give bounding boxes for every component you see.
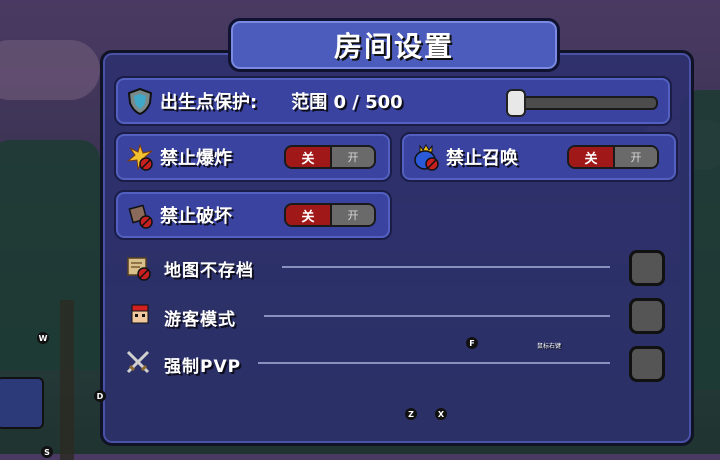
no-map-save-checkbox[interactable]: [629, 250, 665, 286]
key-hint-f: F: [466, 337, 478, 349]
destruction-toggle[interactable]: 关 开: [284, 203, 376, 227]
guest-avatar-icon: [126, 301, 154, 329]
key-hint-z: Z: [405, 408, 417, 420]
spawn-protection-range: 范围 0 / 500: [291, 92, 403, 113]
force-pvp-checkbox[interactable]: [629, 346, 665, 382]
summon-toggle[interactable]: 关 开: [567, 145, 659, 169]
destruction-icon: [126, 201, 154, 229]
crossed-swords-icon: [124, 348, 152, 376]
toggle-off-option[interactable]: 关: [286, 147, 332, 167]
shield-icon: [126, 87, 154, 116]
map-scroll-icon: [124, 253, 152, 281]
toggle-label: 禁止爆炸: [160, 148, 232, 169]
guest-mode-checkbox[interactable]: [629, 298, 665, 334]
key-hint-w: W: [37, 332, 49, 344]
no-map-save-label: 地图不存档: [164, 261, 254, 281]
spawn-protection-label: 出生点保护:: [160, 92, 258, 113]
toggle-label: 禁止破坏: [160, 206, 232, 227]
toggle-off-option[interactable]: 关: [569, 147, 615, 167]
spawn-protection-slider[interactable]: [512, 96, 658, 110]
divider-line: [282, 266, 610, 268]
explosion-toggle[interactable]: 关 开: [284, 145, 376, 169]
right-click-hint: 鼠标右键: [537, 343, 562, 350]
key-hint-d: D: [94, 390, 106, 402]
toggle-label: 禁止召唤: [446, 148, 518, 169]
slider-handle[interactable]: [506, 89, 526, 117]
guest-mode-label: 游客模式: [164, 310, 236, 330]
inventory-slot[interactable]: [0, 377, 44, 429]
divider-line: [264, 315, 610, 317]
page-title: 房间设置: [228, 18, 560, 72]
force-pvp-label: 强制PVP: [164, 357, 242, 377]
toggle-off-option[interactable]: 关: [286, 205, 332, 225]
explosion-icon: [126, 143, 154, 171]
background-tree: [0, 140, 100, 370]
background-trunk: [60, 300, 74, 460]
divider-line: [258, 362, 610, 364]
key-hint-s: S: [41, 446, 53, 458]
background-cloud: [0, 40, 100, 100]
toggle-on-option[interactable]: 开: [615, 147, 657, 167]
toggle-on-option[interactable]: 开: [332, 147, 374, 167]
key-hint-x: X: [435, 408, 447, 420]
summon-bag-icon: [412, 143, 440, 171]
toggle-on-option[interactable]: 开: [332, 205, 374, 225]
